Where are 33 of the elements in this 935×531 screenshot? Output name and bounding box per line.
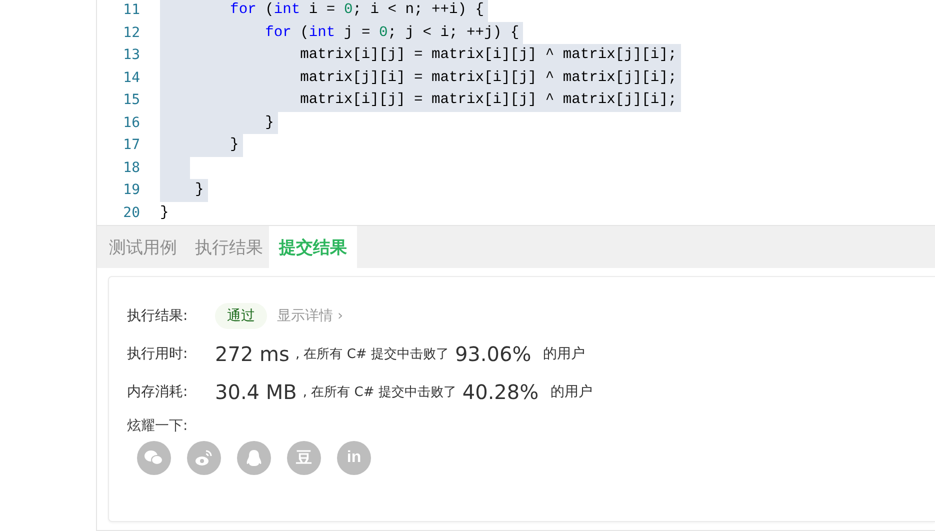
tab[interactable]: 提交结果 [269,226,357,268]
line-number: 15 [122,91,141,110]
line-number: 16 [122,114,141,132]
share-button[interactable]: in [337,441,371,475]
line-number: 20 [122,204,141,222]
line-number: 12 [122,24,141,42]
line-number: 18 [122,158,141,178]
weibo-icon[interactable] [187,441,221,475]
chat-bubbles-icon[interactable] [137,441,171,475]
share-label: 炫耀一下: [127,417,189,435]
stat-label: 内存消耗: [127,383,189,401]
line-number: 11 [122,1,141,20]
details-link[interactable]: 显示详情 › [277,307,344,325]
status-label: 执行结果: [127,307,189,325]
stat-value: 272 ms [215,342,290,366]
percent-value: 40.28% [462,380,539,404]
stat-text: , 在所有 C# 提交中击败了 [302,384,456,401]
tab[interactable]: 测试用例 [97,226,183,268]
status-badge: 通过 [215,303,267,329]
stat-suffix: 的用户 [550,383,593,401]
stat-value: 30.4 MB [215,380,297,404]
line-number: 14 [122,68,141,88]
tab[interactable]: 执行结果 [183,226,269,268]
line-number: 17 [122,136,141,155]
code-line: } [160,204,170,222]
stat-text: , 在所有 C# 提交中击败了 [295,346,449,363]
stat-label: 执行用时: [127,345,189,363]
penguin-icon[interactable] [237,441,271,475]
line-number: 19 [122,181,141,200]
line-number: 13 [122,46,141,65]
share-button[interactable]: 豆 [287,441,321,475]
percent-value: 93.06% [454,342,532,366]
stat-suffix: 的用户 [543,345,586,363]
